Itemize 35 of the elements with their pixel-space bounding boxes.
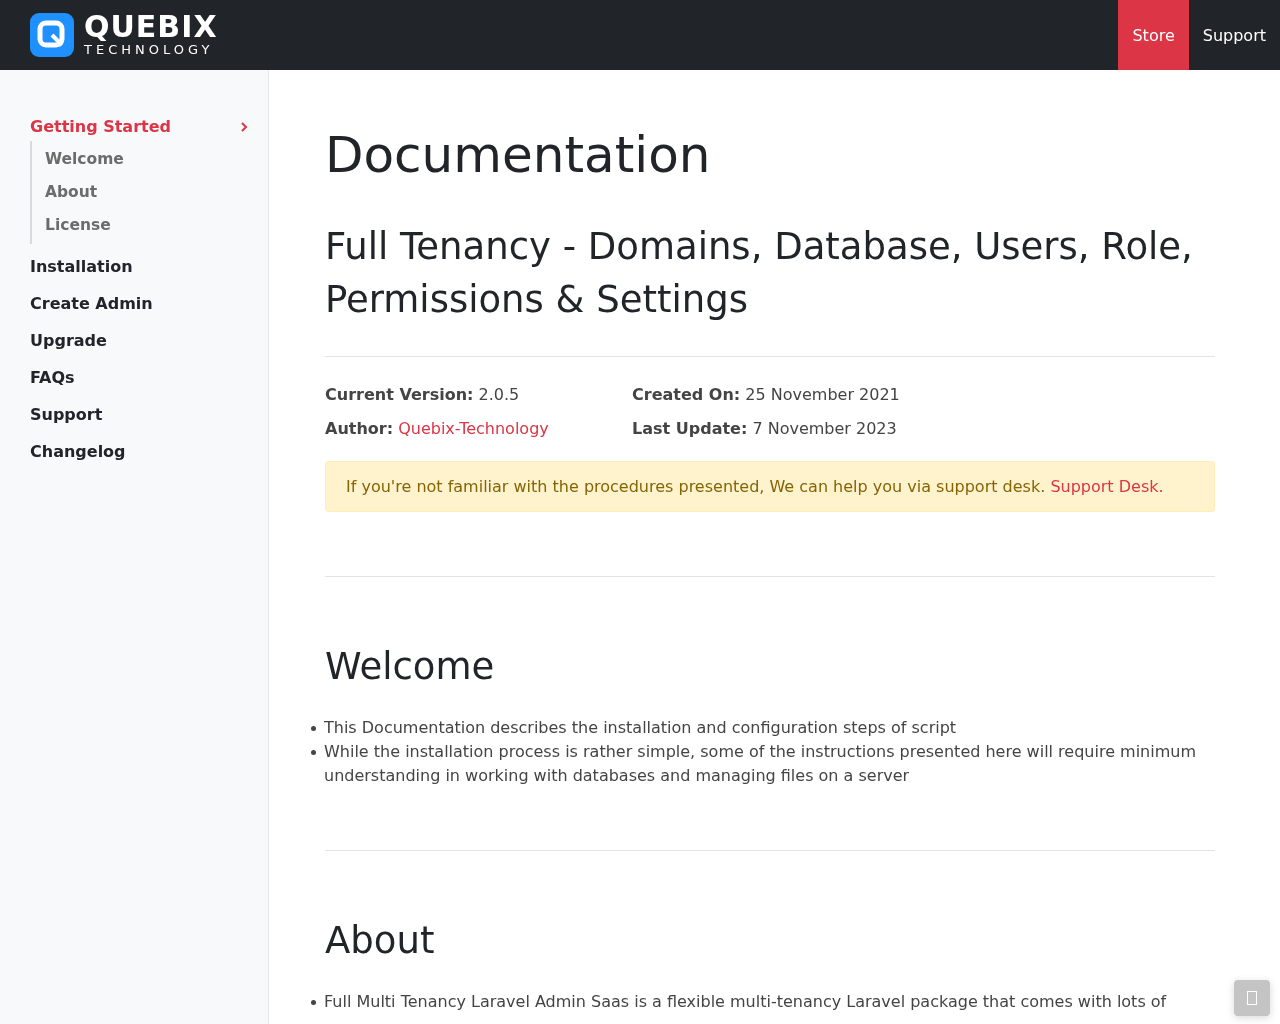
page-subtitle: Full Tenancy - Domains, Database, Users, Role, Permissions & Settings [325, 224, 1194, 323]
glyph-box-icon [1247, 991, 1257, 1005]
meta-field: Created On: 25 November 2021 [632, 383, 1215, 407]
nav-link[interactable]: Support [1188, 0, 1280, 70]
bullet-text: While the installation process is rather simple, some of the instructions presented here will require minimum understanding in working with databases and managing files on a server [324, 741, 1197, 787]
sidebar-item[interactable]: FAQs [30, 359, 248, 396]
bullet-text: This Documentation describes the installation and configuration steps of script [324, 717, 957, 739]
sidebar-item[interactable]: Installation [30, 248, 248, 285]
sidebar-subitem[interactable]: License [45, 209, 111, 242]
bullet-text: Full Multi Tenancy Laravel Admin Saas is a flexible multi-tenancy Laravel package that comes with lots of [324, 991, 1167, 1013]
sidebar-item[interactable]: Changelog [30, 433, 248, 470]
section-heading: About [325, 919, 436, 962]
chevron-icon [240, 121, 248, 132]
nav-link[interactable]: Store [1118, 0, 1189, 70]
support-desk-link[interactable]: Support Desk. [1050, 477, 1164, 496]
sidebar-item[interactable]: Support [30, 396, 248, 433]
bullet-icon [311, 750, 316, 755]
page-title: Documentation [325, 126, 712, 184]
sidebar-subitem[interactable]: About [45, 176, 98, 209]
sidebar-item[interactable]: Getting Started [30, 108, 248, 145]
section-heading: Welcome [325, 645, 496, 688]
meta-field: Current Version: 2.0.5 [325, 383, 632, 407]
sidebar-item[interactable]: Create Admin [30, 285, 248, 322]
bullet-icon [311, 726, 316, 731]
sidebar-subitem[interactable]: Welcome [45, 143, 124, 176]
bullet-icon [311, 1000, 316, 1005]
scroll-top-button[interactable] [1234, 980, 1270, 1016]
logo-tagline: TECHNOLOGY [84, 42, 215, 58]
meta-field: Author: Quebix-Technology [325, 417, 632, 441]
logo-name: QUEBIX [84, 12, 218, 42]
sidebar-item[interactable]: Upgrade [30, 322, 248, 359]
meta-field: Last Update: 7 November 2023 [632, 417, 1215, 441]
notice-alert: If you're not familiar with the procedures presented, We can help you via support desk. Support Desk. [325, 461, 1215, 512]
logo-icon [30, 13, 74, 57]
author-link[interactable]: Quebix-Technology [398, 419, 549, 438]
